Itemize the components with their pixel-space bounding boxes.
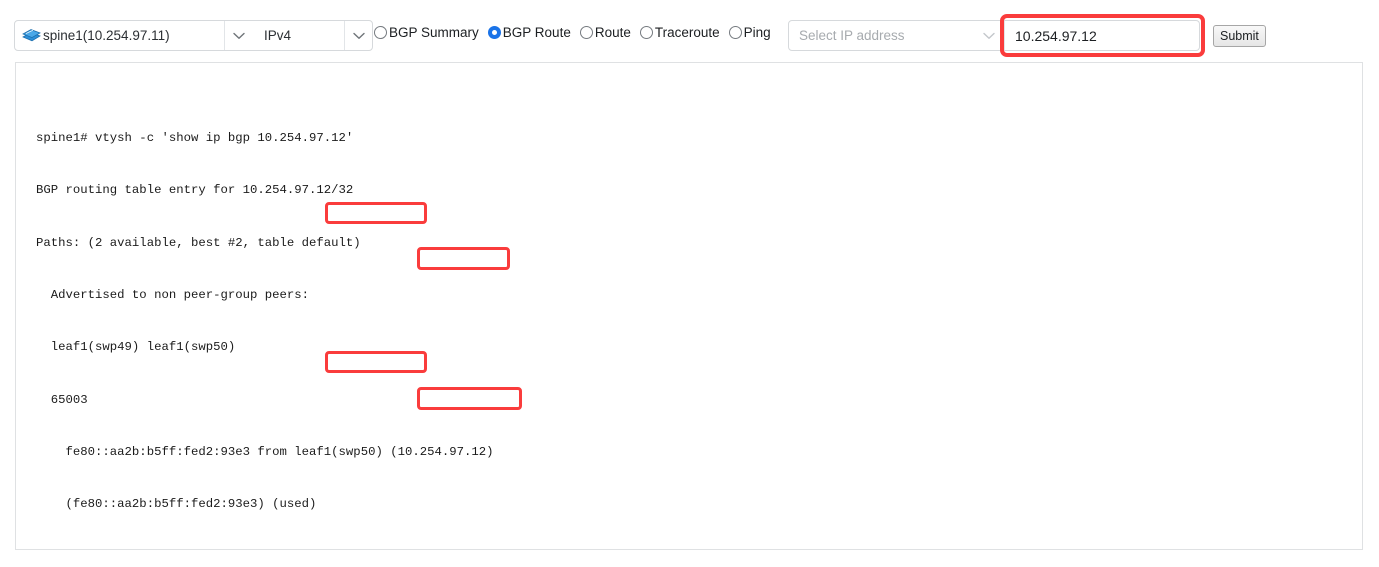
mode-radio-group: BGP Summary BGP Route Route Traceroute P… [374, 25, 780, 40]
radio-dot-icon [639, 26, 653, 39]
radio-dot-icon [728, 26, 742, 39]
submit-button[interactable]: Submit [1213, 25, 1266, 47]
ip-address-input[interactable] [1004, 20, 1200, 51]
radio-dot-icon [487, 26, 501, 39]
radio-label: BGP Summary [389, 25, 479, 40]
ip-address-select[interactable]: Select IP address [788, 20, 1004, 51]
radio-dot-icon [374, 26, 387, 39]
ip-address-select-placeholder: Select IP address [799, 28, 905, 43]
radio-dot-icon [579, 26, 593, 39]
terminal-line: Origin incomplete, metric 0, valid, exte… [36, 549, 708, 550]
radio-label: Traceroute [654, 25, 720, 40]
terminal-line: (fe80::aa2b:b5ff:fed2:93e3) (used) [36, 497, 317, 512]
network-switch-icon [22, 28, 41, 43]
radio-traceroute[interactable]: Traceroute [639, 25, 720, 40]
terminal-line: spine1# vtysh -c 'show ip bgp 10.254.97.… [36, 130, 354, 145]
radio-label: Ping [743, 25, 771, 40]
terminal-line: BGP routing table entry for 10.254.97.12… [36, 183, 354, 198]
radio-bgp-summary[interactable]: BGP Summary [374, 25, 479, 40]
radio-ping[interactable]: Ping [728, 25, 771, 40]
device-select-value: spine1(10.254.97.11) [43, 28, 170, 43]
terminal-line: fe80::aa2b:b5ff:fed2:93e3 from leaf1(swp… [36, 444, 494, 459]
terminal-output: spine1# vtysh -c 'show ip bgp 10.254.97.… [36, 95, 708, 550]
address-family-select[interactable]: IPv4 [252, 21, 344, 50]
radio-bgp-route[interactable]: BGP Route [487, 25, 571, 40]
ip-address-select-chevron-down-icon[interactable] [975, 32, 1003, 40]
device-select[interactable]: spine1(10.254.97.11) [15, 21, 224, 50]
radio-label: BGP Route [502, 25, 571, 40]
device-select-chevron-down-icon[interactable] [224, 21, 252, 50]
radio-route[interactable]: Route [579, 25, 631, 40]
device-and-family-selectors: spine1(10.254.97.11) IPv4 [14, 20, 373, 51]
address-family-select-value: IPv4 [264, 28, 292, 43]
radio-label: Route [594, 25, 631, 40]
terminal-line: Paths: (2 available, best #2, table defa… [36, 235, 361, 250]
bgp-route-lookup-page: spine1(10.254.97.11) IPv4 BGP Summary BG… [0, 0, 1379, 567]
terminal-line: 65003 [36, 392, 88, 407]
command-output-panel: spine1# vtysh -c 'show ip bgp 10.254.97.… [15, 62, 1363, 550]
terminal-line: leaf1(swp49) leaf1(swp50) [36, 340, 236, 355]
toolbar: spine1(10.254.97.11) IPv4 BGP Summary BG… [0, 0, 1379, 70]
address-family-chevron-down-icon[interactable] [344, 21, 372, 50]
terminal-line: Advertised to non peer-group peers: [36, 287, 310, 302]
